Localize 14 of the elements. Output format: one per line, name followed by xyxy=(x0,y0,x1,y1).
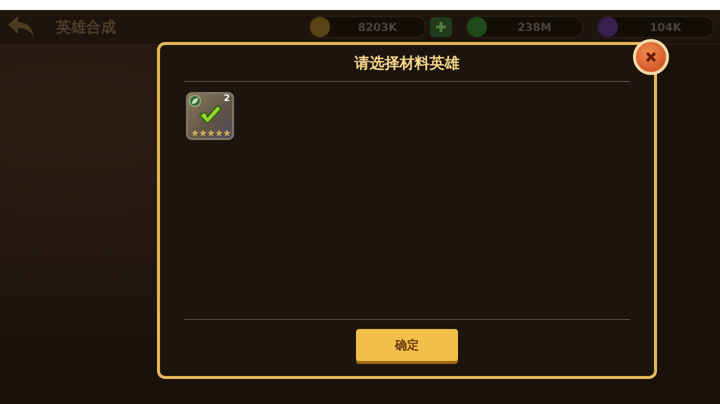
checkmark-icon xyxy=(198,104,222,125)
hero-level: 2 xyxy=(224,94,230,104)
add-button[interactable] xyxy=(430,17,452,37)
resource-amount: 238M xyxy=(516,20,552,34)
confirm-button[interactable]: 确定 xyxy=(356,329,458,361)
resource-icon xyxy=(310,17,330,37)
resource-icon xyxy=(598,17,618,37)
plus-icon xyxy=(435,21,447,33)
resource-amount: 8203K xyxy=(356,20,398,34)
dialog-title: 请选择材料英雄 xyxy=(353,53,460,74)
resource-icon xyxy=(467,17,487,37)
resource-amount: 104K xyxy=(648,20,682,34)
hero-card[interactable]: 2 xyxy=(186,92,234,140)
leaf-icon xyxy=(189,95,201,107)
